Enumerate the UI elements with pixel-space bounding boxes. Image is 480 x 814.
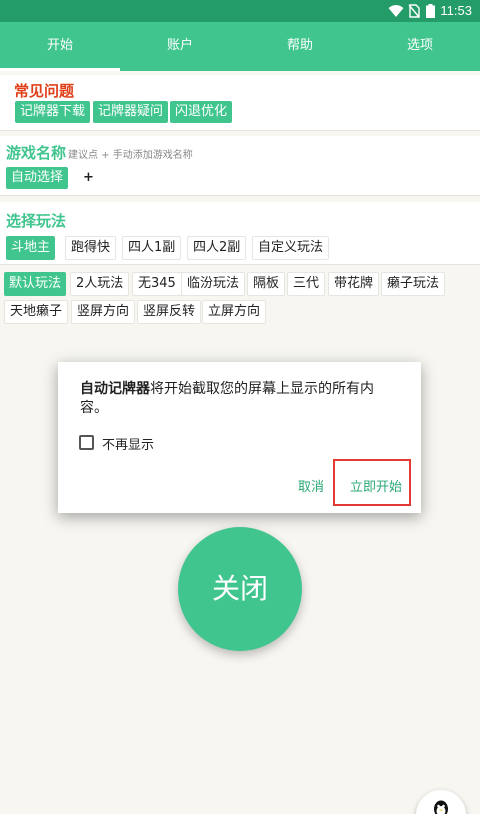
tab-account[interactable]: 账户 [120,22,240,71]
close-button[interactable]: 关闭 [178,527,302,651]
mode-paodekuai[interactable]: 跑得快 [65,236,117,260]
mode-doudizhu[interactable]: 斗地主 [6,236,56,260]
faq-link-crash-fix[interactable]: 闪退优化 [170,101,233,123]
faq-section: 常见问题 记牌器下载 记牌器疑问 闪退优化 [0,75,480,131]
cancel-button[interactable]: 取消 [298,476,324,495]
rule-tiandi-wildcard[interactable]: 天地癞子 [4,300,69,324]
clock: 11:53 [440,3,472,18]
battery-icon [426,4,435,18]
dont-show-again-checkbox[interactable] [79,435,94,450]
rule-no-345[interactable]: 无345 [132,272,182,296]
rule-three-gen[interactable]: 三代 [287,272,326,296]
dialog-message: 自动记牌器将开始截取您的屏幕上显示的所有内容。 [80,380,400,418]
faq-link-questions[interactable]: 记牌器疑问 [93,101,169,123]
mode-four-two-decks[interactable]: 四人2副 [187,236,247,260]
dialog-app-name: 自动记牌器 [80,381,150,397]
tab-options[interactable]: 选项 [360,22,480,71]
mode-custom[interactable]: 自定义玩法 [252,236,330,260]
rule-partition[interactable]: 隔板 [247,272,286,296]
penguin-icon [434,800,448,814]
tab-help[interactable]: 帮助 [240,22,360,71]
add-game-button[interactable]: + [78,167,99,189]
mode-four-one-deck[interactable]: 四人1副 [122,236,182,260]
rule-portrait-reverse[interactable]: 竖屏反转 [137,300,202,324]
rule-standing-orientation[interactable]: 立屏方向 [202,300,267,324]
auto-select-button[interactable]: 自动选择 [6,167,69,189]
status-bar: 11:53 [0,0,480,22]
faq-title: 常见问题 [14,82,75,100]
game-name-section: 游戏名称 建议点 + 手动添加游戏名称 自动选择 + [0,136,480,196]
game-name-title: 游戏名称 [6,144,67,162]
rule-flower-cards[interactable]: 带花牌 [328,272,380,296]
game-name-hint: 建议点 + 手动添加游戏名称 [68,150,193,161]
faq-link-download[interactable]: 记牌器下载 [15,101,91,123]
rule-linfen[interactable]: 临汾玩法 [181,272,246,296]
mode-section: 选择玩法 斗地主 跑得快 四人1副 四人2副 自定义玩法 [0,202,480,265]
wifi-icon [388,5,404,17]
qq-float-button[interactable] [416,790,466,814]
dont-show-again-label[interactable]: 不再显示 [102,434,154,453]
tab-start[interactable]: 开始 [0,22,120,71]
rule-wildcard[interactable]: 癞子玩法 [381,272,446,296]
mode-title: 选择玩法 [6,212,67,230]
rule-two-player[interactable]: 2人玩法 [70,272,130,296]
highlight-annotation [333,459,411,506]
rule-portrait[interactable]: 竖屏方向 [71,300,136,324]
no-sim-icon [408,4,420,18]
rule-default[interactable]: 默认玩法 [4,272,67,296]
tab-bar: 开始 账户 帮助 选项 [0,22,480,71]
